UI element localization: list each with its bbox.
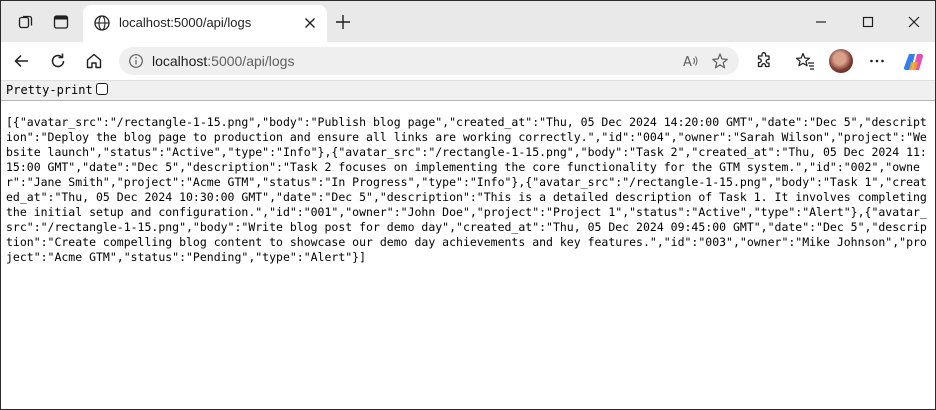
globe-icon (93, 14, 111, 32)
tab-close-icon[interactable] (301, 14, 319, 32)
refresh-icon[interactable] (48, 51, 68, 71)
json-response-body: [{"avatar_src":"/rectangle-1-15.png","bo… (6, 115, 934, 264)
address-url: localhost:5000/api/logs (152, 53, 294, 69)
favorites-icon[interactable] (795, 51, 815, 71)
page-content: Pretty-print [{"avatar_src":"/rectangle-… (1, 81, 935, 409)
back-arrow-icon[interactable] (12, 51, 32, 71)
workspaces-icon[interactable] (16, 12, 36, 32)
address-bar[interactable]: localhost:5000/api/logs A (119, 47, 739, 75)
new-tab-plus-icon[interactable] (333, 12, 353, 32)
tab-bar: localhost:5000/api/logs (1, 1, 935, 42)
url-host: localhost (152, 53, 208, 69)
pretty-print-checkbox[interactable] (96, 83, 108, 95)
home-icon[interactable] (84, 51, 104, 71)
puzzle-icon[interactable] (754, 51, 774, 71)
browser-window: localhost:5000/api/logs localhost:5000/a… (0, 0, 936, 410)
pretty-print-bar: Pretty-print (1, 81, 935, 101)
info-icon[interactable] (128, 53, 144, 69)
navigation-toolbar: localhost:5000/api/logs A (1, 42, 935, 81)
avatar[interactable] (829, 49, 853, 73)
window-close-icon[interactable] (904, 12, 924, 32)
more-icon[interactable] (867, 51, 887, 71)
tab-actions-icon[interactable] (51, 12, 71, 32)
maximize-icon[interactable] (858, 12, 878, 32)
url-path: :5000/api/logs (207, 53, 295, 69)
tab-title: localhost:5000/api/logs (119, 15, 252, 30)
pretty-print-label: Pretty-print (6, 83, 93, 97)
minimize-icon[interactable] (811, 12, 831, 32)
tab-active[interactable]: localhost:5000/api/logs (83, 5, 327, 42)
copilot-icon[interactable] (903, 51, 924, 71)
svg-text:A: A (683, 55, 692, 70)
read-aloud-icon[interactable]: A (682, 52, 700, 70)
star-icon[interactable] (711, 52, 729, 70)
